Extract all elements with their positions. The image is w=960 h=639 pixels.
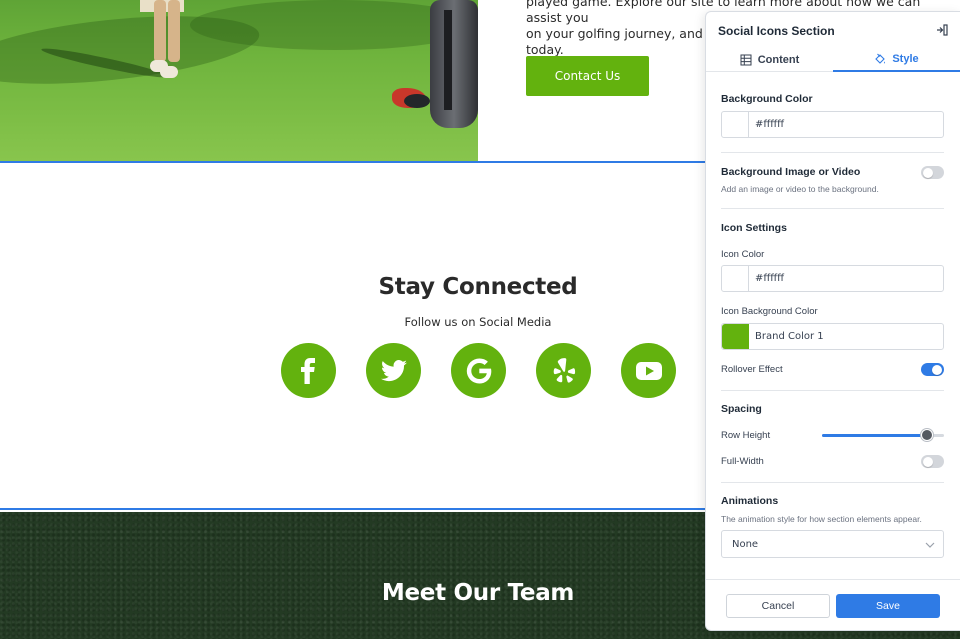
divider	[721, 152, 944, 153]
paint-bucket-icon	[875, 53, 886, 64]
grid-icon	[740, 54, 752, 66]
tab-label: Content	[757, 54, 800, 66]
cancel-button[interactable]: Cancel	[726, 594, 830, 618]
chevron-down-icon	[925, 542, 935, 548]
rollover-effect-toggle[interactable]	[921, 363, 944, 376]
color-value: Brand Color 1	[755, 331, 824, 342]
icon-settings-heading: Icon Settings	[721, 222, 787, 234]
panel-header: Social Icons Section	[706, 12, 960, 48]
background-color-field[interactable]: #ffffff	[721, 111, 944, 138]
divider	[721, 390, 944, 391]
select-value: None	[732, 539, 759, 550]
icon-color-field[interactable]: #ffffff	[721, 265, 944, 292]
divider	[721, 482, 944, 483]
full-width-label: Full-Width	[721, 456, 764, 467]
tab-content[interactable]: Content	[706, 48, 833, 72]
divider	[721, 208, 944, 209]
tab-label: Style	[892, 53, 919, 65]
color-swatch[interactable]	[722, 266, 749, 291]
animation-select[interactable]: None	[721, 530, 944, 558]
social-icons-row	[281, 343, 676, 398]
tab-style[interactable]: Style	[833, 48, 960, 72]
animations-heading: Animations	[721, 495, 779, 507]
contact-us-button[interactable]: Contact Us	[526, 56, 649, 96]
color-value: #ffffff	[755, 273, 785, 284]
rollover-effect-label: Rollover Effect	[721, 364, 783, 375]
panel-tabs: Content Style	[706, 48, 960, 72]
divider	[706, 579, 960, 580]
collapse-panel-icon[interactable]	[935, 23, 949, 37]
twitter-icon[interactable]	[366, 343, 421, 398]
color-swatch[interactable]	[722, 324, 749, 349]
row-height-label: Row Height	[721, 430, 771, 441]
background-color-label: Background Color	[721, 93, 813, 105]
icon-background-field[interactable]: Brand Color 1	[721, 323, 944, 350]
slider-thumb[interactable]	[920, 429, 933, 441]
facebook-icon[interactable]	[281, 343, 336, 398]
save-button[interactable]: Save	[836, 594, 940, 618]
background-media-hint: Add an image or video to the background.	[721, 184, 879, 194]
background-media-toggle[interactable]	[921, 166, 944, 179]
yelp-icon[interactable]	[536, 343, 591, 398]
section-settings-panel: Social Icons Section Content Style Backg…	[705, 11, 960, 631]
spacing-heading: Spacing	[721, 403, 762, 415]
row-height-slider[interactable]	[822, 429, 944, 441]
color-swatch[interactable]	[722, 112, 749, 137]
panel-title: Social Icons Section	[718, 24, 835, 38]
page-builder: played game. Explore our site to learn m…	[0, 0, 960, 639]
golf-photo	[0, 0, 478, 161]
full-width-toggle[interactable]	[921, 455, 944, 468]
background-media-label: Background Image or Video	[721, 166, 861, 178]
google-icon[interactable]	[451, 343, 506, 398]
color-value: #ffffff	[755, 119, 785, 130]
animations-hint: The animation style for how section elem…	[721, 514, 922, 524]
icon-color-label: Icon Color	[721, 249, 765, 260]
icon-background-label: Icon Background Color	[721, 306, 818, 317]
youtube-icon[interactable]	[621, 343, 676, 398]
